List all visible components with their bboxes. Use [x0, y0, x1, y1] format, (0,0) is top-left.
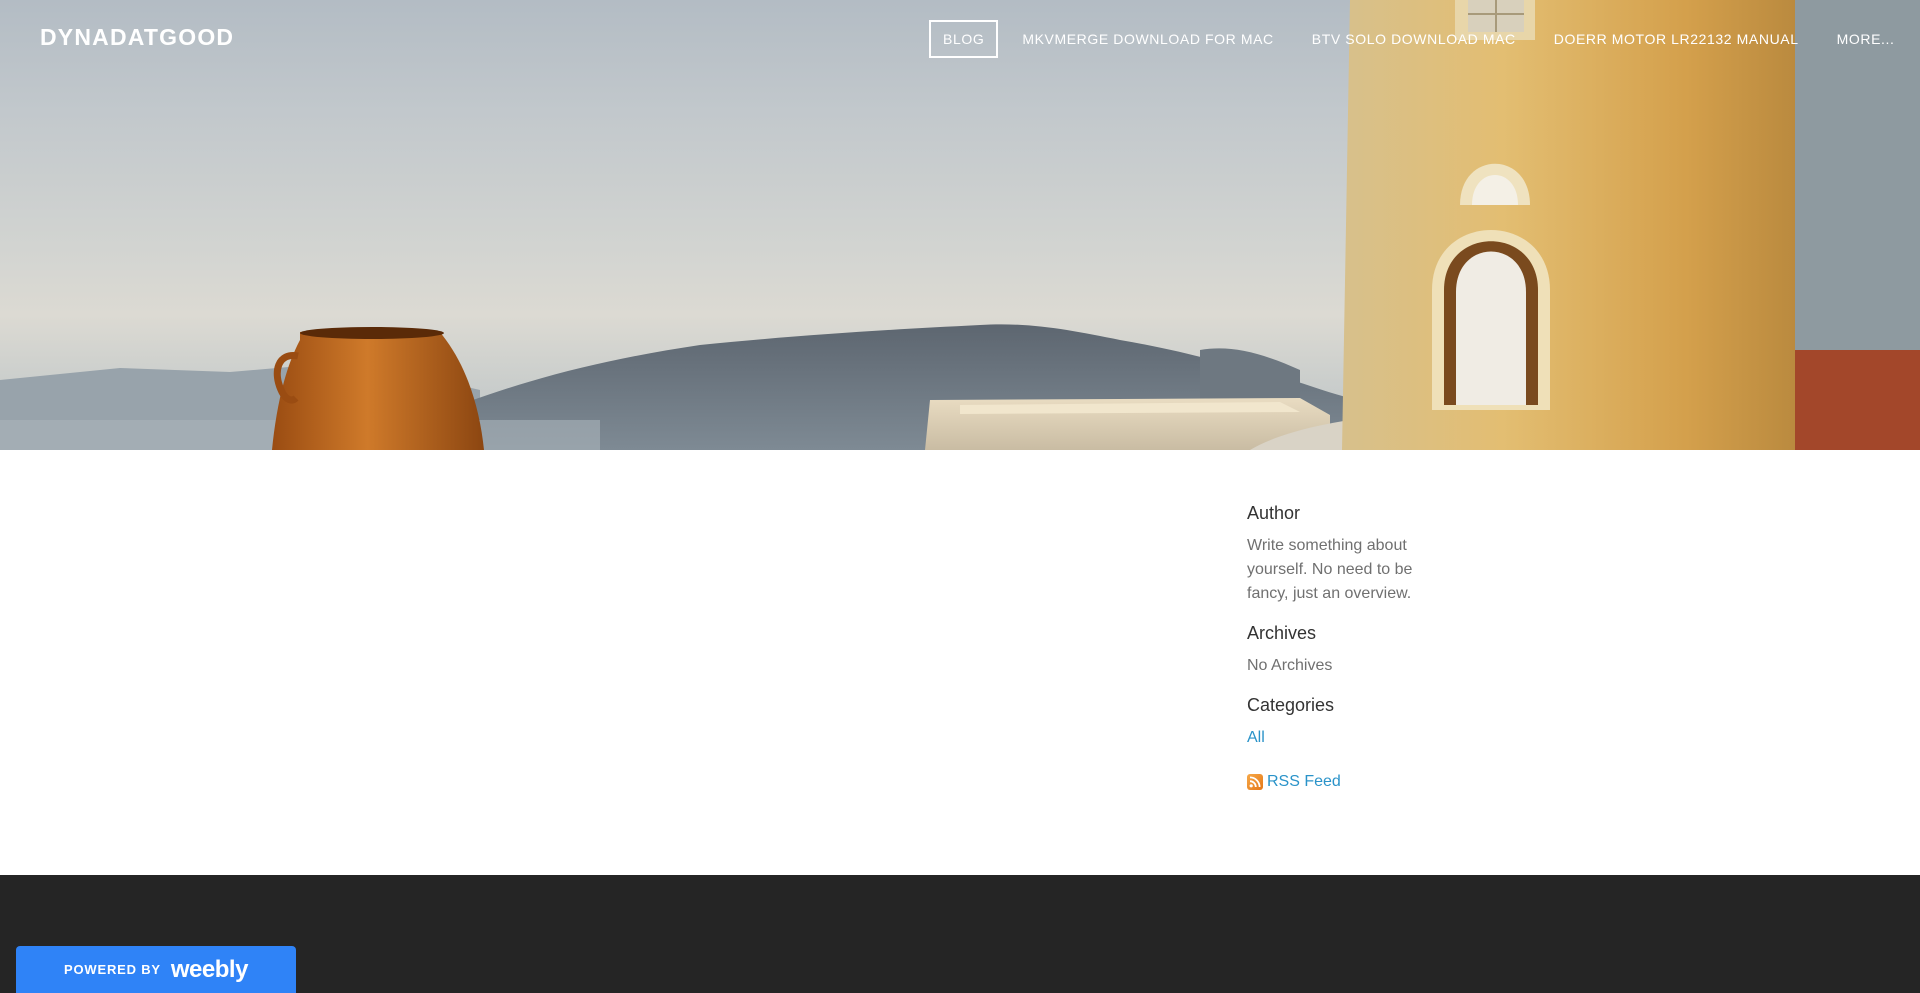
- powered-by-weebly-badge[interactable]: POWERED BY weebly: [16, 946, 296, 993]
- categories-section: Categories All: [1247, 692, 1447, 750]
- archives-text: No Archives: [1247, 657, 1333, 674]
- blog-sidebar: Author Write something about yourself. N…: [1247, 500, 1447, 794]
- author-heading: Author: [1247, 503, 1301, 523]
- site-title[interactable]: DYNADATGOOD: [40, 24, 234, 51]
- nav-item-blog[interactable]: BLOG: [929, 20, 999, 58]
- categories-heading: Categories: [1247, 695, 1335, 715]
- nav-item-btv-solo[interactable]: BTV SOLO DOWNLOAD MAC: [1299, 20, 1529, 58]
- nav-item-doerr-motor[interactable]: DOERR MOTOR LR22132 MANUAL: [1541, 20, 1812, 58]
- powered-by-label: POWERED BY: [64, 962, 161, 977]
- nav-item-mkvmerge[interactable]: MKVMERGE DOWNLOAD FOR MAC: [1009, 20, 1286, 58]
- hero-banner: DYNADATGOOD BLOG MKVMERGE DOWNLOAD FOR M…: [0, 0, 1920, 450]
- archives-heading: Archives: [1247, 623, 1317, 643]
- hero-image: [0, 0, 1920, 450]
- nav-item-more[interactable]: MORE...: [1824, 20, 1908, 58]
- rss-feed: RSS Feed: [1247, 770, 1447, 794]
- archives-section: Archives No Archives: [1247, 620, 1447, 678]
- rss-feed-link[interactable]: RSS Feed: [1267, 770, 1341, 794]
- author-section: Author Write something about yourself. N…: [1247, 500, 1447, 606]
- main-nav: BLOG MKVMERGE DOWNLOAD FOR MAC BTV SOLO …: [929, 20, 1907, 58]
- weebly-logo: weebly: [170, 955, 249, 983]
- category-all-link[interactable]: All: [1247, 726, 1265, 750]
- rss-icon[interactable]: [1247, 774, 1263, 790]
- author-text: Write something about yourself. No need …: [1247, 537, 1413, 602]
